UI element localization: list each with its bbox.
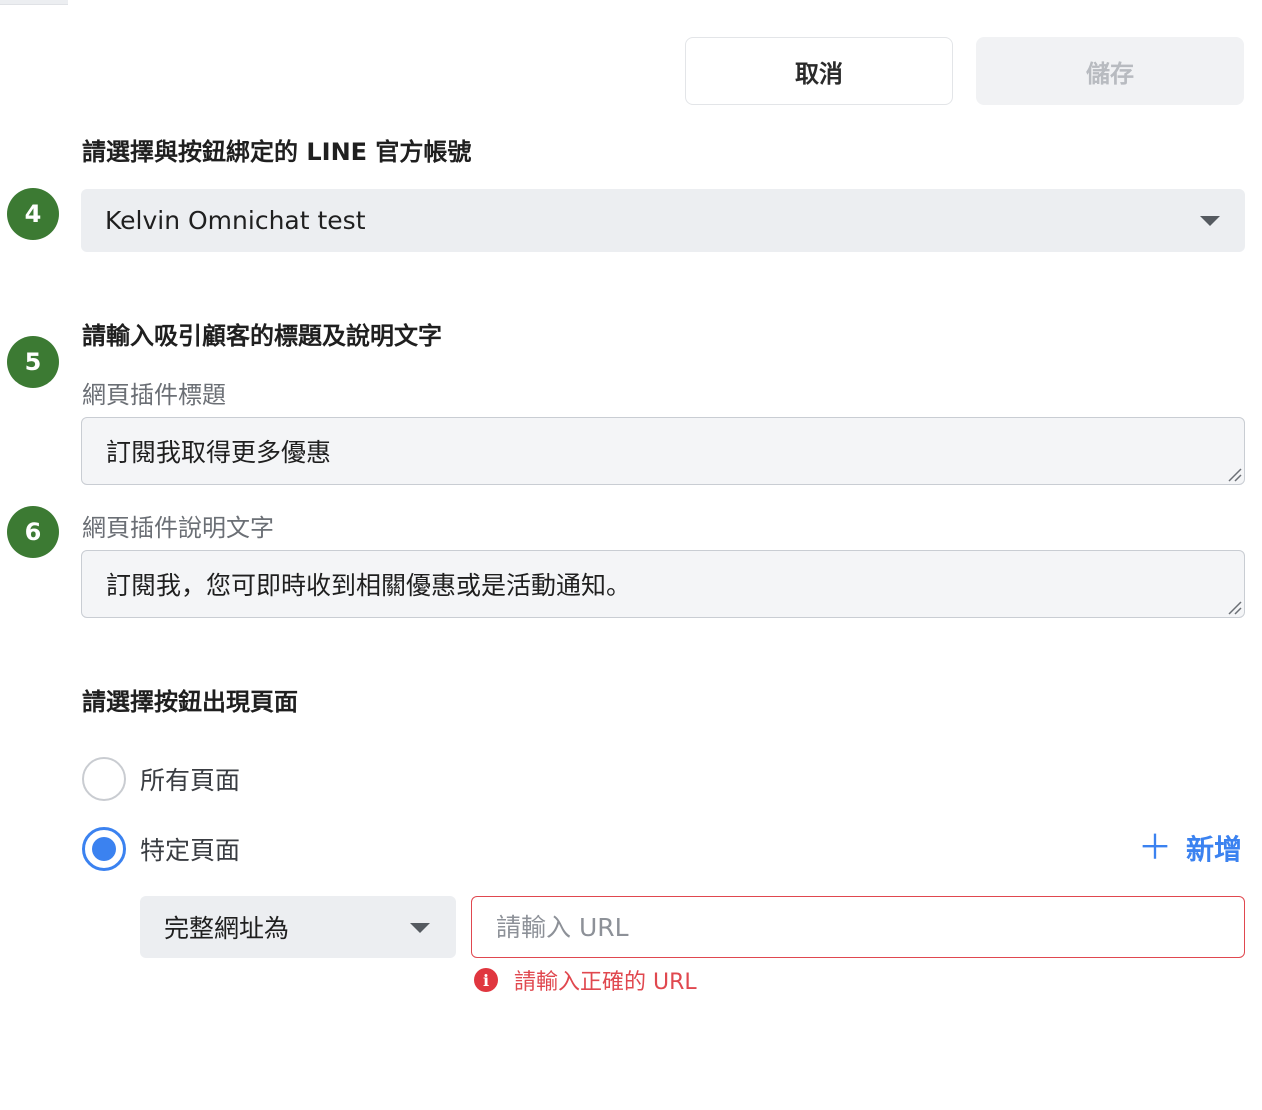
resize-handle-icon[interactable] (1226, 599, 1242, 615)
radio-label: 所有頁面 (140, 766, 241, 795)
widget-description-value: 訂閱我，您可即時收到相關優惠或是活動通知。 (106, 571, 632, 600)
url-input[interactable] (471, 896, 1245, 958)
chevron-down-icon (410, 923, 430, 933)
step-badge-6: 6 (7, 506, 59, 558)
radio-option-specific-pages[interactable]: 特定頁面 (82, 827, 240, 871)
widget-description-label: 網頁插件說明文字 (82, 514, 274, 542)
widget-title-value: 訂閱我取得更多優惠 (106, 438, 332, 467)
chevron-down-icon (1200, 216, 1220, 226)
match-type-value: 完整網址為 (164, 914, 290, 943)
error-info-icon: i (474, 968, 498, 992)
account-section-title: 請選擇與按鈕綁定的 LINE 官方帳號 (82, 138, 472, 166)
copy-section-title: 請輸入吸引顧客的標題及說明文字 (82, 322, 442, 350)
radio-label: 特定頁面 (140, 836, 241, 865)
page-section-title: 請選擇按鈕出現頁面 (82, 688, 298, 716)
save-button[interactable]: 儲存 (976, 37, 1244, 105)
selected-account-value: Kelvin Omnichat test (105, 206, 366, 235)
error-text: 請輸入正確的 URL (514, 970, 697, 995)
add-page-button[interactable]: ＋ 新增 (1138, 828, 1242, 868)
step-badge-4: 4 (7, 188, 59, 240)
add-label: 新增 (1185, 833, 1242, 866)
url-error-message: i 請輸入正確的 URL (474, 964, 697, 996)
radio-button[interactable] (82, 757, 126, 801)
widget-title-field[interactable]: 訂閱我取得更多優惠 (81, 417, 1245, 485)
widget-title-label: 網頁插件標題 (82, 381, 226, 409)
button-settings-panel: 取消 儲存 請選擇與按鈕綁定的 LINE 官方帳號 4 Kelvin Omnic… (0, 0, 1262, 1110)
radio-option-all-pages[interactable]: 所有頁面 (82, 757, 240, 801)
widget-description-field[interactable]: 訂閱我，您可即時收到相關優惠或是活動通知。 (81, 550, 1245, 618)
line-account-select[interactable]: Kelvin Omnichat test (81, 189, 1245, 252)
corner-tab (0, 0, 68, 5)
plus-icon: ＋ (1137, 828, 1172, 868)
step-badge-5: 5 (7, 336, 59, 388)
radio-button-checked[interactable] (82, 827, 126, 871)
resize-handle-icon[interactable] (1226, 466, 1242, 482)
cancel-button[interactable]: 取消 (685, 37, 953, 105)
url-match-type-select[interactable]: 完整網址為 (140, 896, 456, 958)
